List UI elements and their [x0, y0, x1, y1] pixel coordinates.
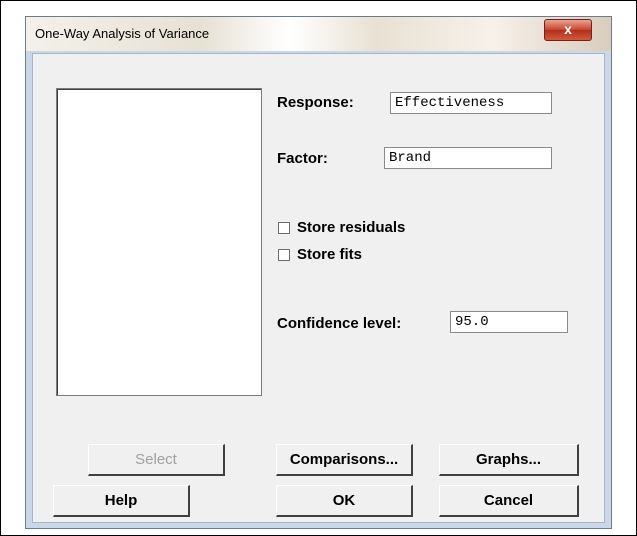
comparisons-button[interactable]: Comparisons...: [276, 444, 413, 476]
graphs-button[interactable]: Graphs...: [439, 444, 579, 476]
cancel-button[interactable]: Cancel: [439, 485, 579, 517]
variables-listbox[interactable]: [56, 88, 262, 396]
close-icon: x: [564, 21, 572, 37]
dialog-window: One-Way Analysis of Variance x Response:…: [25, 16, 612, 529]
close-button[interactable]: x: [544, 19, 592, 41]
dialog-body: Response: Effectiveness Factor: Brand St…: [32, 53, 605, 523]
store-residuals-box[interactable]: [278, 221, 290, 234]
store-fits-checkbox[interactable]: Store fits: [278, 246, 362, 263]
help-button[interactable]: Help: [53, 485, 190, 517]
factor-input[interactable]: Brand: [384, 147, 552, 169]
ok-button[interactable]: OK: [276, 485, 413, 517]
confidence-level-input[interactable]: 95.0: [450, 311, 568, 333]
response-label: Response:: [277, 94, 354, 111]
response-input[interactable]: Effectiveness: [390, 92, 552, 114]
factor-label: Factor:: [277, 150, 328, 167]
select-button[interactable]: Select: [88, 444, 225, 476]
store-residuals-label: Store residuals: [297, 219, 406, 236]
title-bar[interactable]: One-Way Analysis of Variance x: [26, 17, 611, 51]
dialog-title: One-Way Analysis of Variance: [35, 26, 210, 41]
store-fits-box[interactable]: [278, 248, 290, 261]
store-fits-label: Store fits: [297, 246, 363, 263]
confidence-level-label: Confidence level:: [277, 315, 402, 332]
store-residuals-checkbox[interactable]: Store residuals: [278, 219, 405, 236]
